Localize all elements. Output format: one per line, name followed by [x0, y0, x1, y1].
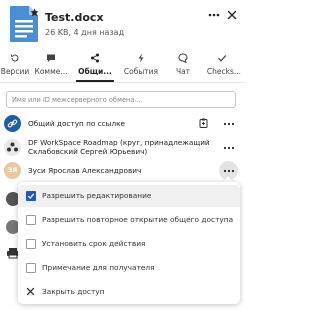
share-icon: [91, 53, 99, 63]
chat-icon: [178, 53, 188, 63]
tab-label: Комме...: [34, 67, 68, 76]
close-icon[interactable]: [225, 8, 239, 22]
menu-item-set-expiration[interactable]: Установить срок действия: [18, 233, 240, 255]
history-icon: [11, 54, 19, 62]
menu-item-allow-resharing[interactable]: Разрешить повторное открытие общего дост…: [18, 209, 240, 231]
dots-horizontal-icon[interactable]: [207, 9, 221, 21]
share-circle-line2: Склабовский Сергей Юрьевич): [28, 147, 148, 156]
tab-label: Чат: [175, 67, 191, 76]
check-icon: [218, 55, 227, 62]
avatar-initials: ЗЯ: [7, 166, 18, 174]
share-search-input[interactable]: [6, 91, 236, 108]
activity-icon: [138, 53, 144, 63]
share-link-label: Общий доступ по ссылке: [28, 119, 126, 128]
tab-label: Checks...: [206, 67, 242, 76]
tab-comments[interactable]: Комме...: [31, 51, 71, 82]
tab-chat[interactable]: Чат: [166, 51, 200, 82]
note-to-recipient-checkbox[interactable]: [26, 263, 36, 273]
share-circle-line1: DF WorkSpace Roadmap (круг, принадлежащи…: [28, 138, 210, 147]
clipboard-icon[interactable]: [199, 118, 208, 128]
menu-item-label: Закрыть доступ: [42, 287, 105, 296]
share-row-circle[interactable]: DF WorkSpace Roadmap (круг, принадлежащи…: [0, 136, 244, 158]
allow-editing-checkbox[interactable]: [26, 191, 36, 201]
tab-bar: Версии Комме... Общи... События Чат Chec…: [0, 51, 244, 82]
menu-item-note-to-recipient[interactable]: Примечание для получателя: [18, 257, 240, 279]
menu-item-label: Разрешить повторное открытие общего дост…: [42, 215, 234, 224]
menu-item-label: Разрешить редактирование: [42, 191, 152, 200]
share-options-menu: Разрешить редактирование Разрешить повто…: [18, 182, 240, 304]
link-icon: [7, 119, 18, 128]
file-header: Test.docx 26 KB, 4 дня назад: [0, 0, 244, 46]
share-user-label: Зуси Ярослав Александрович: [28, 166, 142, 175]
comment-icon: [47, 54, 55, 62]
share-circle-label: DF WorkSpace Roadmap (круг, принадлежащи…: [28, 138, 210, 156]
circle-avatar: [4, 139, 21, 156]
tab-label: Версии: [0, 67, 30, 76]
tabs-divider: [0, 82, 244, 83]
tab-activity[interactable]: События: [120, 51, 162, 82]
set-expiration-checkbox[interactable]: [26, 239, 36, 249]
circle-group-icon: [7, 142, 18, 152]
tab-checks[interactable]: Checks...: [204, 51, 244, 82]
share-row-link[interactable]: Общий доступ по ссылке: [0, 113, 244, 133]
tab-versions[interactable]: Версии: [0, 51, 30, 82]
tab-label: События: [123, 67, 159, 76]
close-icon: [26, 287, 35, 296]
tab-sharing[interactable]: Общи...: [74, 51, 116, 82]
avatar: ЗЯ: [4, 162, 21, 179]
sharing-sidebar: Test.docx 26 KB, 4 дня назад Версии Комм…: [0, 0, 244, 310]
dots-horizontal-icon[interactable]: [223, 145, 235, 151]
tab-label: Общи...: [78, 67, 112, 76]
file-title: Test.docx: [45, 11, 104, 24]
allow-resharing-checkbox[interactable]: [26, 215, 36, 225]
share-row-user[interactable]: ЗЯ Зуси Ярослав Александрович: [0, 160, 244, 180]
dots-horizontal-icon[interactable]: [223, 121, 235, 127]
link-avatar: [4, 115, 21, 132]
menu-item-unshare[interactable]: Закрыть доступ: [18, 281, 240, 303]
file-meta: 26 KB, 4 дня назад: [45, 28, 125, 37]
check-icon: [27, 193, 35, 199]
menu-item-label: Установить срок действия: [42, 239, 146, 248]
menu-item-label: Примечание для получателя: [42, 263, 155, 272]
star-icon[interactable]: [30, 8, 39, 17]
dots-horizontal-icon: [223, 169, 235, 173]
menu-item-allow-editing[interactable]: Разрешить редактирование: [18, 185, 240, 207]
